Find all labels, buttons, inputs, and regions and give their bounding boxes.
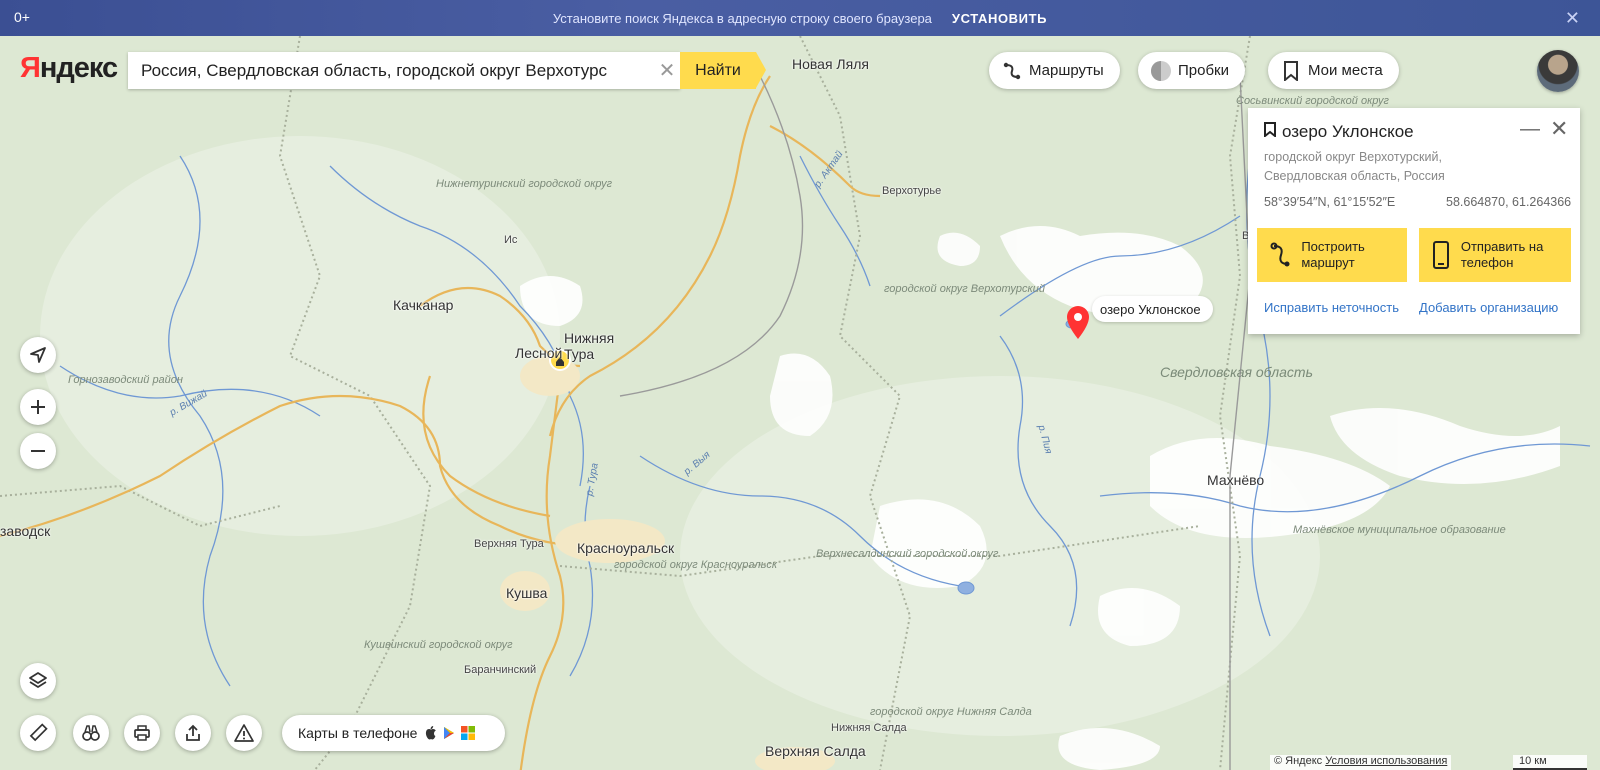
- close-icon[interactable]: ✕: [1550, 116, 1568, 142]
- promo-text: Установите поиск Яндекса в адресную стро…: [552, 10, 932, 26]
- logo-rest: ндекс: [39, 52, 118, 84]
- traffic-button[interactable]: Пробки: [1138, 52, 1245, 89]
- geolocation-button[interactable]: [20, 337, 56, 373]
- place-zavodsk[interactable]: заводск: [0, 523, 50, 539]
- place-pin: [1067, 306, 1089, 339]
- build-route-button[interactable]: Построить маршрут: [1257, 228, 1407, 282]
- report-error-button[interactable]: [226, 715, 262, 751]
- promo-banner: 0+ Установите поиск Яндекса в адресную с…: [0, 0, 1600, 36]
- panorama-button[interactable]: [73, 715, 109, 751]
- maps-in-phone-button[interactable]: Карты в телефоне: [282, 715, 505, 751]
- zoom-in-button[interactable]: [20, 389, 56, 425]
- place-novaya-lyalya[interactable]: Новая Ляля: [792, 56, 869, 72]
- map-app: { "promo": { "age": "0+", "text": "Устан…: [0, 0, 1600, 770]
- place-card-title-text: озеро Уклонское: [1282, 122, 1414, 141]
- find-button[interactable]: Найти: [680, 52, 766, 89]
- phone-icon: [1429, 241, 1453, 269]
- print-button[interactable]: [124, 715, 160, 751]
- routes-label: Маршруты: [1029, 62, 1104, 79]
- zoom-out-button[interactable]: [20, 433, 56, 469]
- traffic-label: Пробки: [1178, 62, 1229, 79]
- route-icon: [1267, 242, 1293, 268]
- place-verkhnyaya-tura[interactable]: Верхняя Тура: [474, 538, 544, 550]
- minimize-icon[interactable]: —: [1520, 118, 1540, 141]
- build-route-label: Построить маршрут: [1301, 239, 1365, 270]
- app-stores: [425, 726, 476, 740]
- copyright: © Яндекс Условия использования: [1270, 755, 1452, 770]
- terms-link[interactable]: Условия использования: [1325, 755, 1447, 767]
- share-icon: [186, 724, 200, 741]
- region-verkhnesaldinsky: Верхнесалдинский городской округ: [816, 548, 999, 560]
- yandex-logo[interactable]: Яндекс: [20, 52, 118, 85]
- warning-icon: [234, 724, 254, 742]
- place-kushva[interactable]: Кушва: [506, 585, 547, 601]
- avatar[interactable]: [1537, 50, 1579, 92]
- binoculars-icon: [82, 725, 100, 741]
- clear-icon[interactable]: ✕: [654, 58, 680, 83]
- place-baranchinsky[interactable]: Баранчинский: [464, 664, 536, 676]
- coords-decimal[interactable]: 58.664870, 61.264366: [1446, 195, 1571, 209]
- apple-icon: [426, 726, 437, 740]
- place-nizhnyaya-tura[interactable]: Нижняя Тура: [564, 330, 614, 362]
- maps-in-phone-label: Карты в телефоне: [298, 725, 418, 741]
- close-icon[interactable]: ✕: [1565, 8, 1580, 29]
- share-button[interactable]: [175, 715, 211, 751]
- windows-icon: [461, 726, 476, 740]
- fix-inaccuracy-link[interactable]: Исправить неточность: [1264, 300, 1399, 315]
- my-places-label: Мои места: [1308, 62, 1383, 79]
- route-icon: [1001, 60, 1023, 82]
- region-krasnouralsk: городской округ Красноуральск: [614, 559, 778, 571]
- layers-button[interactable]: [20, 663, 56, 699]
- place-makhnevo[interactable]: Махнёво: [1207, 472, 1264, 488]
- pin-label-text: озеро Уклонское: [1100, 301, 1201, 317]
- place-lesnoy[interactable]: Лесной: [515, 345, 562, 361]
- bookmark-icon[interactable]: [1264, 122, 1276, 142]
- install-button[interactable]: УСТАНОВИТЬ: [952, 11, 1047, 26]
- send-to-phone-label: Отправить на телефон: [1460, 239, 1544, 270]
- pin-label[interactable]: озеро Уклонское: [1092, 296, 1213, 322]
- place-nizhnyaya-salda[interactable]: Нижняя Салда: [831, 722, 907, 734]
- place-verkhnyaya-salda[interactable]: Верхняя Салда: [765, 743, 866, 759]
- search-box[interactable]: Россия, Свердловская область, городской …: [128, 52, 680, 89]
- search-input[interactable]: Россия, Свердловская область, городской …: [128, 61, 654, 81]
- region-gornozavodsky: Горнозаводский район: [68, 374, 183, 386]
- layers-icon: [29, 672, 47, 688]
- region-nizhneturinsky: Нижнетуринский городской округ: [436, 178, 613, 190]
- my-places-button[interactable]: Мои места: [1268, 52, 1399, 89]
- scale-label: 10 км: [1519, 755, 1547, 767]
- place-kachkanar[interactable]: Качканар: [393, 297, 453, 313]
- logo-letter: Я: [20, 52, 41, 84]
- routes-button[interactable]: Маршруты: [989, 52, 1120, 89]
- region-sverdlovsk: Свердловская область: [1160, 364, 1313, 380]
- traffic-icon: [1150, 60, 1172, 82]
- copyright-text: © Яндекс: [1274, 755, 1323, 767]
- google-play-icon: [444, 727, 455, 739]
- region-kushvinsky: Кушвинский городской округ: [364, 639, 513, 651]
- locate-icon: [30, 347, 46, 363]
- place-card: озеро Уклонское — ✕ городской округ Верх…: [1248, 108, 1580, 334]
- region-nizhnyaya-salda: городской округ Нижняя Салда: [870, 706, 1032, 718]
- printer-icon: [134, 725, 150, 741]
- plus-icon: [31, 400, 45, 414]
- send-to-phone-button[interactable]: Отправить на телефон: [1419, 228, 1571, 282]
- ruler-icon: [29, 723, 48, 742]
- place-verkhoturye[interactable]: Верхотурье: [882, 185, 941, 197]
- place-card-address: городской округ Верхотурский, Свердловск…: [1264, 150, 1445, 183]
- region-makhnevo-mo: Махнёвское муниципальное образование: [1293, 524, 1506, 536]
- place-krasnouralsk[interactable]: Красноуральск: [577, 540, 674, 556]
- add-organization-link[interactable]: Добавить организацию: [1419, 300, 1558, 315]
- age-rating: 0+: [14, 9, 30, 25]
- bookmark-icon: [1280, 60, 1302, 82]
- scale-bar: 10 км: [1513, 755, 1587, 770]
- ruler-button[interactable]: [20, 715, 56, 751]
- minus-icon: [31, 450, 45, 452]
- place-is[interactable]: Ис: [504, 234, 517, 246]
- region-verkhotursky: городской округ Верхотурский: [884, 283, 1045, 295]
- place-card-title: озеро Уклонское: [1264, 122, 1414, 142]
- coords-dms[interactable]: 58°39′54″N, 61°15′52″E: [1264, 195, 1395, 209]
- region-sosva: Сосьвинский городской округ: [1236, 95, 1389, 107]
